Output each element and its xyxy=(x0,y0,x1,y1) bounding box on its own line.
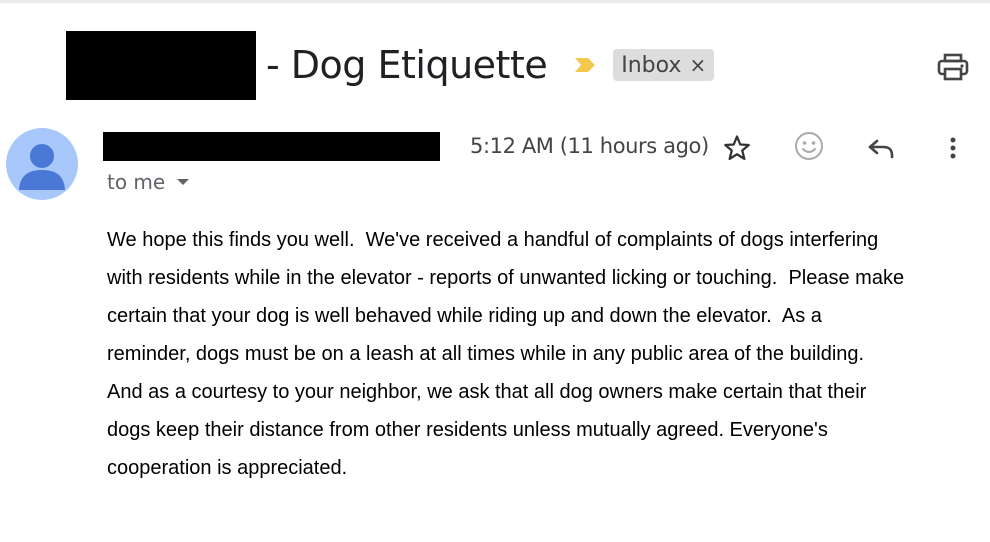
email-subject: - Dog Etiquette xyxy=(266,43,548,87)
add-reaction-button[interactable] xyxy=(792,129,826,163)
reply-icon xyxy=(868,139,894,159)
star-button[interactable] xyxy=(720,131,754,165)
body-line: certain that your dog is well behaved wh… xyxy=(107,305,822,327)
sender-avatar[interactable] xyxy=(6,128,78,200)
subject-row: - Dog Etiquette Inbox × xyxy=(66,30,715,100)
person-icon xyxy=(19,144,65,190)
star-icon xyxy=(724,135,750,160)
body-line: cooperation is appreciated. xyxy=(107,457,348,479)
emoji-icon xyxy=(795,132,823,160)
message-body: We hope this finds you well. We've recei… xyxy=(107,221,987,487)
body-line: dogs keep their distance from other resi… xyxy=(107,419,828,441)
redacted-subject-block xyxy=(66,30,256,100)
body-line: with residents while in the elevator - r… xyxy=(107,267,905,289)
recipient-label: to me xyxy=(107,170,166,194)
inbox-label-text: Inbox xyxy=(621,52,682,78)
redacted-sender-block xyxy=(103,132,440,161)
chevron-down-icon xyxy=(177,179,190,185)
more-vert-icon xyxy=(950,137,956,159)
reply-button[interactable] xyxy=(864,131,898,165)
message-timestamp: 5:12 AM (11 hours ago) xyxy=(470,134,709,158)
print-button[interactable] xyxy=(936,52,970,82)
importance-marker-icon[interactable] xyxy=(573,55,597,75)
recipient-dropdown[interactable]: to me xyxy=(107,170,190,194)
body-line: reminder, dogs must be on a leash at all… xyxy=(107,343,865,365)
more-options-button[interactable] xyxy=(936,131,970,165)
inbox-label-chip[interactable]: Inbox × xyxy=(613,49,715,81)
body-line: And as a courtesy to your neighbor, we a… xyxy=(107,381,867,403)
remove-label-button[interactable]: × xyxy=(689,53,706,77)
print-icon xyxy=(937,53,969,81)
top-border xyxy=(0,0,990,3)
body-line: We hope this finds you well. We've recei… xyxy=(107,229,879,251)
